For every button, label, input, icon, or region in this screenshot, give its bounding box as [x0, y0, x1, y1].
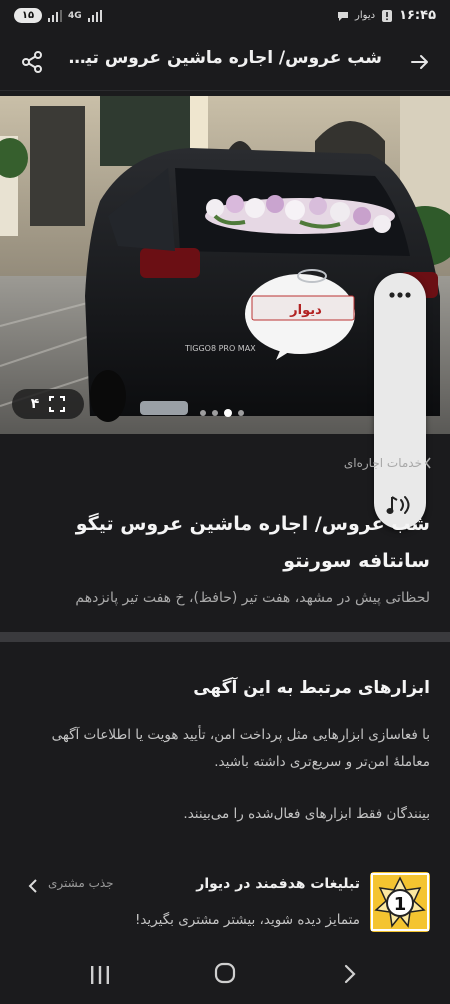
- gallery-dot[interactable]: [200, 410, 206, 416]
- status-bar: ۱۵ 4G دیوار ۱۶:۴۵: [0, 0, 450, 32]
- tool-item-subtitle: متمایز دیده شوید، بیشتر مشتری بگیرید!: [134, 912, 360, 928]
- post-meta: لحظاتی پیش در مشهد، هفت تیر (حافظ)، خ هف…: [75, 590, 430, 606]
- recent-apps-icon[interactable]: [88, 964, 112, 986]
- signal-icon-2: [87, 9, 102, 22]
- post-title: شب عروس/ اجاره ماشین عروس تیگو سانتافه س…: [75, 513, 430, 572]
- gallery-dot[interactable]: [212, 410, 218, 416]
- chat-bubble-icon: [338, 11, 349, 21]
- alert-icon: [382, 9, 393, 22]
- section-divider: [0, 632, 450, 642]
- badge-number: 1: [394, 894, 407, 915]
- home-icon[interactable]: [214, 962, 236, 984]
- tool-item-tag: جذب مشتری: [48, 876, 114, 890]
- signal-icon: [48, 9, 62, 22]
- arrow-right-icon[interactable]: [408, 50, 432, 74]
- gallery-dot[interactable]: [238, 410, 244, 416]
- plate-text: دیوار: [289, 303, 322, 318]
- battery-indicator: ۱۵: [14, 8, 42, 23]
- app-notification-label: دیوار: [355, 10, 376, 21]
- system-nav-bar: [0, 944, 450, 1004]
- app-bar: شب عروس/ اجاره ماشین عروس تیگو...: [0, 32, 450, 91]
- tools-section-title: ابزارهای مرتبط به این آگهی: [193, 678, 430, 698]
- more-dots-icon[interactable]: [386, 285, 414, 305]
- share-icon[interactable]: [20, 50, 44, 74]
- status-right: دیوار ۱۶:۴۵: [337, 8, 436, 23]
- fullscreen-gallery-button[interactable]: ۴: [12, 389, 84, 419]
- tool-item-targeted-ads[interactable]: 1 تبلیغات هدفمند در دیوار متمایز دیده شو…: [0, 860, 450, 940]
- clock: ۱۶:۴۵: [399, 8, 436, 23]
- tool-item-title: تبلیغات هدفمند در دیوار: [196, 876, 360, 892]
- tools-section-description: با فعاسازی ابزارهایی مثل پرداخت امن، تأی…: [51, 727, 430, 770]
- chevron-left-icon[interactable]: [28, 878, 38, 894]
- back-chevron-icon[interactable]: [342, 963, 358, 985]
- photo-count: ۴: [30, 396, 40, 412]
- gallery-dot-active[interactable]: [224, 409, 232, 417]
- network-type: 4G: [68, 10, 82, 21]
- expand-icon: [49, 396, 66, 412]
- star-badge-icon: 1: [370, 872, 430, 932]
- tools-section-note: بینندگان فقط ابزارهای فعال‌شده را می‌بین…: [183, 806, 430, 822]
- page-title: شب عروس/ اجاره ماشین عروس تیگو...: [62, 48, 382, 68]
- chevron-left-icon[interactable]: [424, 456, 432, 470]
- floating-overlay-panel[interactable]: [374, 273, 426, 529]
- status-left: ۱۵ 4G: [14, 8, 102, 23]
- gallery-page-indicator: [200, 409, 244, 417]
- breadcrumb[interactable]: خدمات اجاره‌ای: [344, 456, 422, 470]
- car-badge: TIGGO8 PRO MAX: [184, 344, 256, 353]
